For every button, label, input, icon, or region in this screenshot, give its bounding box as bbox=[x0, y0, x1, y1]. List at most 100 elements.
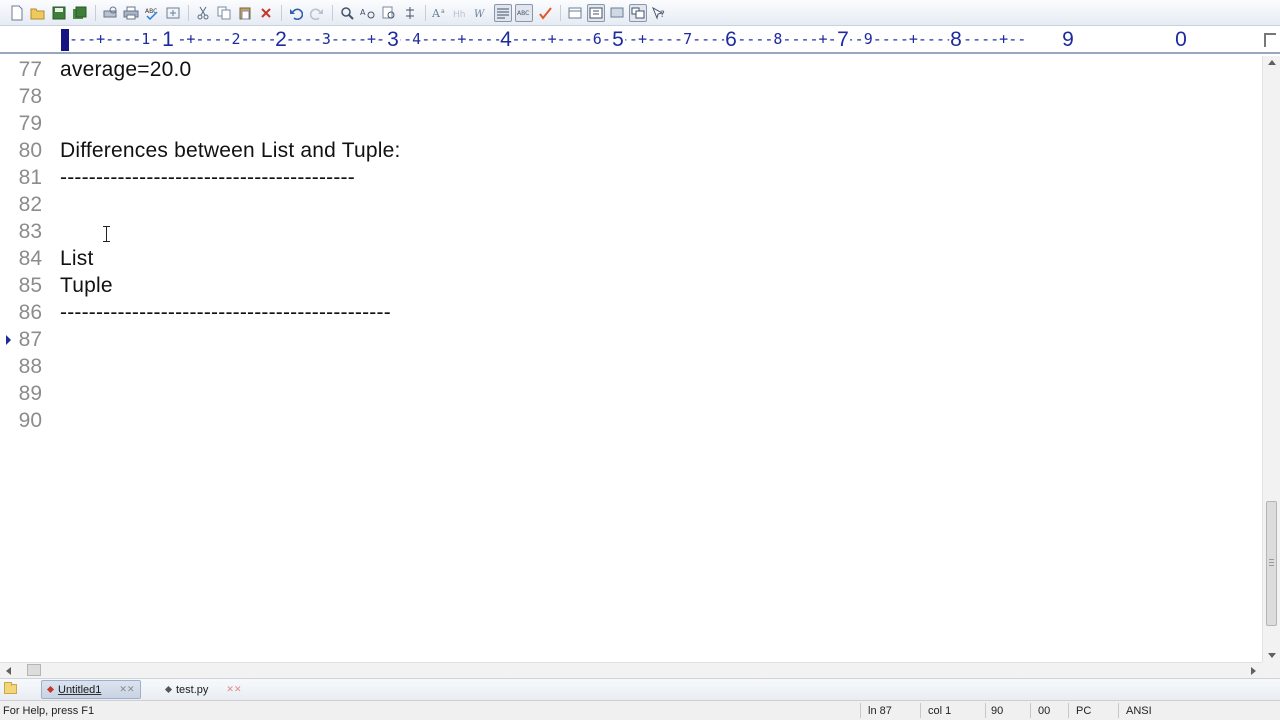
editor-line[interactable]: 90 bbox=[0, 407, 1262, 434]
editor-line[interactable]: 86 -------------------------------------… bbox=[0, 299, 1262, 326]
scroll-up-icon[interactable] bbox=[1268, 60, 1276, 65]
svg-text:A: A bbox=[432, 7, 441, 20]
line-text[interactable]: List bbox=[60, 245, 93, 272]
line-number: 86 bbox=[18, 301, 42, 324]
file-modified-icon bbox=[46, 685, 55, 694]
word-wrap-icon[interactable]: W bbox=[473, 4, 491, 22]
undo-icon[interactable] bbox=[287, 4, 305, 22]
svg-text:?: ? bbox=[660, 10, 665, 20]
editor-line[interactable]: 80 Differences between List and Tuple: bbox=[0, 137, 1262, 164]
paste-icon[interactable] bbox=[236, 4, 254, 22]
editor-line[interactable]: 83 bbox=[0, 218, 1262, 245]
editor-line[interactable]: 82 bbox=[0, 191, 1262, 218]
line-text[interactable]: Differences between List and Tuple: bbox=[60, 137, 401, 164]
ruler-digit: 0 bbox=[1174, 28, 1188, 52]
editor-line-current[interactable]: 87 bbox=[0, 326, 1262, 353]
checkmark-icon[interactable] bbox=[536, 4, 554, 22]
status-bar: For Help, press F1 ln 87 col 1 90 00 PC … bbox=[0, 700, 1280, 720]
status-encoding: ANSI bbox=[1126, 705, 1152, 717]
save-icon[interactable] bbox=[50, 4, 68, 22]
editor-line[interactable]: 78 bbox=[0, 83, 1262, 110]
tile-icon[interactable] bbox=[629, 3, 647, 22]
ruler-digit: 1 bbox=[161, 28, 175, 52]
horizontal-scrollbar[interactable] bbox=[0, 662, 1262, 678]
line-text[interactable]: ----------------------------------------… bbox=[60, 164, 355, 191]
scroll-right-icon[interactable] bbox=[1251, 667, 1256, 675]
line-number: 84 bbox=[18, 247, 42, 270]
find-in-files-icon[interactable] bbox=[380, 4, 398, 22]
editor-line[interactable]: 79 bbox=[0, 110, 1262, 137]
toolbar-separator bbox=[332, 4, 333, 21]
delete-icon[interactable] bbox=[257, 4, 275, 22]
cut-icon[interactable] bbox=[194, 4, 212, 22]
close-icon[interactable]: ✕✕ bbox=[119, 684, 134, 695]
view-icon[interactable] bbox=[566, 4, 584, 22]
folder-icon[interactable] bbox=[4, 682, 17, 694]
screen-icon[interactable] bbox=[608, 4, 626, 22]
line-number: 88 bbox=[18, 355, 42, 378]
scroll-left-icon[interactable] bbox=[6, 667, 11, 675]
tab-label: test.py bbox=[176, 683, 209, 696]
editor-line[interactable]: 84 List bbox=[0, 245, 1262, 272]
tab-test-py[interactable]: test.py ✕✕ bbox=[160, 680, 260, 699]
save-all-icon[interactable] bbox=[71, 4, 89, 22]
status-divider bbox=[1118, 703, 1119, 718]
line-number: 85 bbox=[18, 274, 42, 297]
line-number: 82 bbox=[18, 193, 42, 216]
line-text[interactable]: ----------------------------------------… bbox=[60, 299, 391, 326]
tab-label: Untitled1 bbox=[58, 683, 102, 696]
help-icon[interactable]: ? bbox=[650, 4, 668, 22]
document-tab-bar: Untitled1 ✕✕ test.py ✕✕ bbox=[0, 678, 1280, 700]
ruler-digit: 8 bbox=[949, 28, 963, 52]
goto-icon[interactable] bbox=[401, 4, 419, 22]
toolbar-separator bbox=[281, 4, 282, 21]
svg-text:A: A bbox=[360, 8, 366, 17]
ruler-ticks: ---+----1----+----2----+----3----+----4-… bbox=[69, 30, 1027, 48]
status-line: ln 87 bbox=[868, 705, 892, 717]
svg-text:a: a bbox=[441, 8, 445, 15]
ruler-toggle-icon[interactable] bbox=[494, 3, 512, 22]
print-icon[interactable] bbox=[122, 4, 140, 22]
copy-icon[interactable] bbox=[215, 4, 233, 22]
ruler-digit: 4 bbox=[499, 28, 513, 52]
vertical-scrollbar[interactable] bbox=[1262, 56, 1280, 662]
svg-text:W: W bbox=[474, 9, 485, 20]
scrollbar-corner bbox=[1262, 662, 1280, 678]
new-file-icon[interactable] bbox=[8, 4, 26, 22]
window-icon[interactable] bbox=[587, 3, 605, 22]
line-text[interactable]: average=20.0 bbox=[60, 56, 191, 83]
redo-icon[interactable] bbox=[308, 4, 326, 22]
case-icon[interactable]: Hh bbox=[452, 4, 470, 22]
grip-line bbox=[1269, 559, 1274, 560]
vertical-scroll-thumb[interactable] bbox=[1266, 501, 1277, 626]
status-divider bbox=[1030, 703, 1031, 718]
editor-line[interactable]: 81 -------------------------------------… bbox=[0, 164, 1262, 191]
find-icon[interactable] bbox=[338, 4, 356, 22]
scroll-down-icon[interactable] bbox=[1268, 653, 1276, 658]
line-number: 83 bbox=[18, 220, 42, 243]
ruler-digit: 9 bbox=[1061, 28, 1075, 52]
line-number: 89 bbox=[18, 382, 42, 405]
spell-check-icon[interactable]: ABC bbox=[143, 4, 161, 22]
horizontal-scroll-thumb[interactable] bbox=[27, 664, 41, 676]
ruler-column-marker bbox=[61, 29, 69, 51]
ruler[interactable]: ---+----1----+----2----+----3----+----4-… bbox=[0, 27, 1280, 54]
font-icon[interactable]: Aa bbox=[431, 4, 449, 22]
print-preview-icon[interactable] bbox=[101, 4, 119, 22]
tab-untitled1[interactable]: Untitled1 ✕✕ bbox=[41, 680, 141, 699]
editor-line[interactable]: 89 bbox=[0, 380, 1262, 407]
editor-line[interactable]: 85 Tuple bbox=[0, 272, 1262, 299]
line-number: 77 bbox=[18, 58, 42, 81]
toggle-icon[interactable] bbox=[164, 4, 182, 22]
status-divider bbox=[1068, 703, 1069, 718]
open-folder-icon[interactable] bbox=[29, 4, 47, 22]
close-icon[interactable]: ✕✕ bbox=[226, 684, 241, 695]
line-text[interactable]: Tuple bbox=[60, 272, 113, 299]
editor-line[interactable]: 77 average=20.0 bbox=[0, 56, 1262, 83]
status-divider bbox=[920, 703, 921, 718]
editor-area[interactable]: 77 average=20.0 78 79 80 Differences bet… bbox=[0, 56, 1262, 662]
spell-icon[interactable]: ABC bbox=[515, 3, 533, 22]
editor-line[interactable]: 88 bbox=[0, 353, 1262, 380]
replace-icon[interactable]: A bbox=[359, 4, 377, 22]
ruler-digit: 5 bbox=[611, 28, 625, 52]
